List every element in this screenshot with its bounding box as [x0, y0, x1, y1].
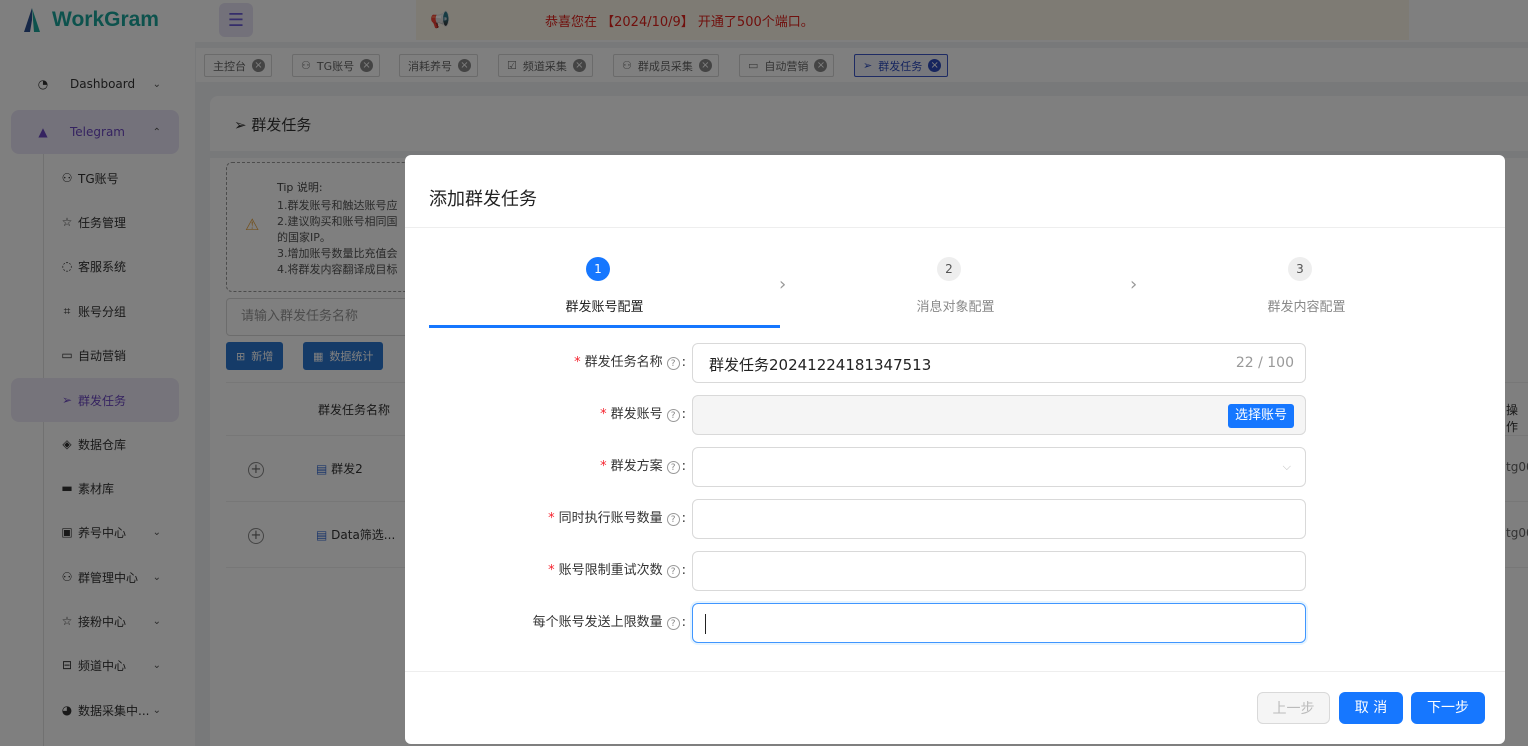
help-icon[interactable]: ?	[666, 565, 680, 578]
label-text: 同时执行账号数量	[558, 511, 663, 526]
retry-input[interactable]	[692, 551, 1306, 591]
send-limit-input[interactable]	[692, 603, 1306, 643]
modal-header: 添加群发任务	[405, 155, 1505, 228]
field-label: * 群发方案?:	[600, 459, 686, 474]
step-label: 群发账号配置	[565, 300, 644, 315]
task-name-input[interactable]: 群发任务20241224181347513 22 / 100	[692, 343, 1306, 383]
field-label: * 账号限制重试次数?:	[548, 563, 686, 578]
step-content-config[interactable]: 3 群发内容配置	[1131, 228, 1482, 328]
step-number: 2	[937, 257, 961, 281]
active-step-indicator	[429, 325, 780, 328]
modal-footer: 上一步 取 消 下一步	[405, 671, 1505, 744]
field-label: * 群发任务名称?:	[574, 355, 686, 370]
step-account-config[interactable]: 1 群发账号配置	[429, 228, 780, 328]
label-text: 群发账号	[610, 407, 663, 422]
form-row-account: * 群发账号?: 选择账号	[405, 395, 1505, 435]
plan-select[interactable]: ⌵	[692, 447, 1306, 487]
field-label: 每个账号发送上限数量?:	[532, 615, 686, 630]
help-icon[interactable]: ?	[666, 409, 680, 422]
next-step-button[interactable]: 下一步	[1411, 692, 1485, 724]
step-target-config[interactable]: 2 消息对象配置	[780, 228, 1131, 328]
char-counter: 22 / 100	[1235, 355, 1294, 371]
form-row-task-name: * 群发任务名称?: 群发任务20241224181347513 22 / 100	[405, 343, 1505, 383]
label-text: 群发方案	[610, 459, 663, 474]
cancel-button[interactable]: 取 消	[1339, 692, 1403, 724]
text-cursor	[705, 614, 706, 634]
step-number: 1	[586, 257, 610, 281]
account-field: 选择账号	[692, 395, 1306, 435]
modal-title: 添加群发任务	[429, 189, 537, 210]
chevron-down-icon: ⌵	[1282, 460, 1291, 473]
help-icon[interactable]: ?	[666, 461, 680, 474]
label-text: 账号限制重试次数	[558, 563, 663, 578]
label-text: 群发任务名称	[584, 355, 663, 370]
add-task-modal: 添加群发任务 1 群发账号配置 › 2 消息对象配置 › 3 群发内容配置 * 群…	[405, 155, 1505, 744]
steps: 1 群发账号配置 › 2 消息对象配置 › 3 群发内容配置	[429, 228, 1481, 328]
form-row-send-limit: 每个账号发送上限数量?:	[405, 603, 1505, 643]
step-number: 3	[1288, 257, 1312, 281]
form-row-concurrency: * 同时执行账号数量?:	[405, 499, 1505, 539]
form-row-retry: * 账号限制重试次数?:	[405, 551, 1505, 591]
step-label: 消息对象配置	[916, 300, 995, 315]
select-account-button[interactable]: 选择账号	[1227, 404, 1294, 428]
prev-step-button[interactable]: 上一步	[1257, 692, 1330, 724]
help-icon[interactable]: ?	[666, 513, 680, 526]
field-label: * 同时执行账号数量?:	[548, 511, 686, 526]
form-row-plan: * 群发方案?: ⌵	[405, 447, 1505, 487]
field-label: * 群发账号?:	[600, 407, 686, 422]
help-icon[interactable]: ?	[666, 617, 680, 630]
label-text: 每个账号发送上限数量	[532, 615, 663, 630]
task-name-value: 群发任务20241224181347513	[709, 356, 932, 374]
help-icon[interactable]: ?	[666, 357, 680, 370]
step-label: 群发内容配置	[1267, 300, 1346, 315]
concurrency-input[interactable]	[692, 499, 1306, 539]
